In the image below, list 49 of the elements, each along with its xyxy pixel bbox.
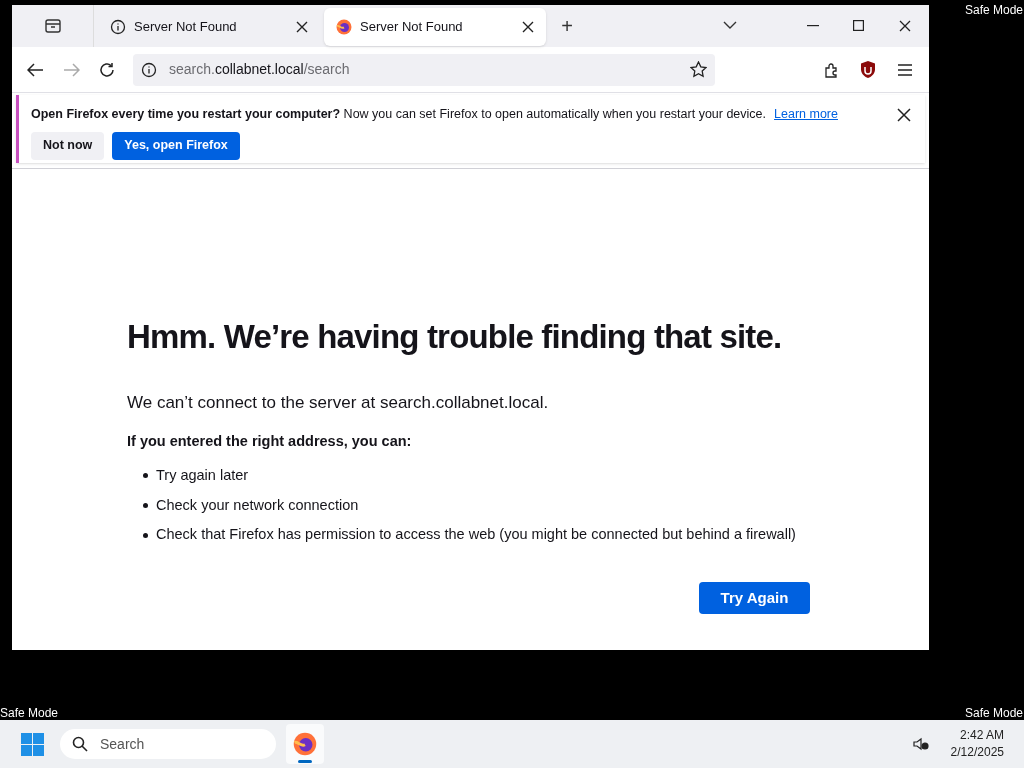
bullet-icon — [143, 502, 148, 508]
menu-icon[interactable] — [898, 63, 912, 76]
info-icon — [110, 19, 126, 35]
suggestion-text: Try again later — [156, 465, 249, 485]
error-heading: Hmm. We’re having trouble finding that site. — [127, 317, 783, 357]
suggestions-heading: If you entered the right address, you can: — [127, 432, 413, 451]
learn-more-link[interactable]: Learn more — [774, 105, 838, 124]
clock-time[interactable]: 2:42 AM — [959, 727, 1004, 744]
back-arrow-icon[interactable] — [27, 62, 44, 77]
taskbar-search-field[interactable]: Search — [60, 729, 276, 759]
primary-button[interactable]: Yes, open Firefox — [112, 131, 240, 160]
address-field[interactable]: search.collabnet.local/search — [133, 53, 715, 86]
suggestion-text: Check that Firefox has permission to access the web (you might be connected but behind a firewall) — [156, 525, 796, 545]
info-icon — [141, 61, 157, 78]
error-description: We can’t connect to the server at search.collabnet.local. — [127, 391, 550, 414]
safe-mode-label: Safe Mode — [964, 2, 1023, 19]
chevron-down-icon[interactable] — [723, 20, 737, 30]
new-tab-button[interactable]: + — [554, 13, 580, 39]
bullet-icon — [143, 473, 148, 479]
safe-mode-label: Safe Mode — [0, 705, 59, 722]
try-again-button[interactable]: Try Again — [699, 582, 810, 614]
browser-tab[interactable]: Server Not Found — [324, 8, 546, 46]
reload-icon[interactable] — [99, 61, 115, 78]
firefox-icon — [293, 732, 317, 756]
speaker-muted-icon[interactable] — [912, 737, 929, 751]
bullet-icon — [143, 532, 148, 538]
suggestion-text: Check your network connection — [156, 495, 359, 515]
search-icon — [72, 736, 88, 752]
clock-date[interactable]: 2/12/2025 — [950, 744, 1004, 761]
running-indicator — [298, 760, 312, 763]
safe-mode-label: Safe Mode — [964, 705, 1023, 722]
close-icon[interactable] — [897, 108, 911, 122]
close-icon[interactable] — [296, 21, 308, 33]
close-icon[interactable] — [899, 20, 911, 32]
notification-message: Open Firefox every time you restart your computer? Now you can set Firefox to open automatically when you restart your device. — [31, 106, 767, 123]
url-text: search.collabnet.local/search — [169, 60, 351, 79]
close-icon[interactable] — [522, 21, 534, 33]
tab-list-icon[interactable] — [43, 17, 62, 35]
windows-logo-icon[interactable] — [21, 732, 44, 756]
maximize-icon[interactable] — [853, 20, 864, 31]
firefox-icon — [336, 19, 352, 35]
secondary-button[interactable]: Not now — [31, 131, 105, 160]
taskbar-app-button[interactable] — [286, 724, 324, 764]
shield-icon[interactable] — [860, 61, 876, 78]
search-placeholder: Search — [100, 734, 145, 754]
star-icon[interactable] — [690, 61, 707, 78]
puzzle-icon[interactable] — [824, 61, 840, 78]
minimize-icon[interactable] — [807, 25, 819, 27]
browser-tab[interactable]: Server Not Found — [98, 8, 320, 46]
